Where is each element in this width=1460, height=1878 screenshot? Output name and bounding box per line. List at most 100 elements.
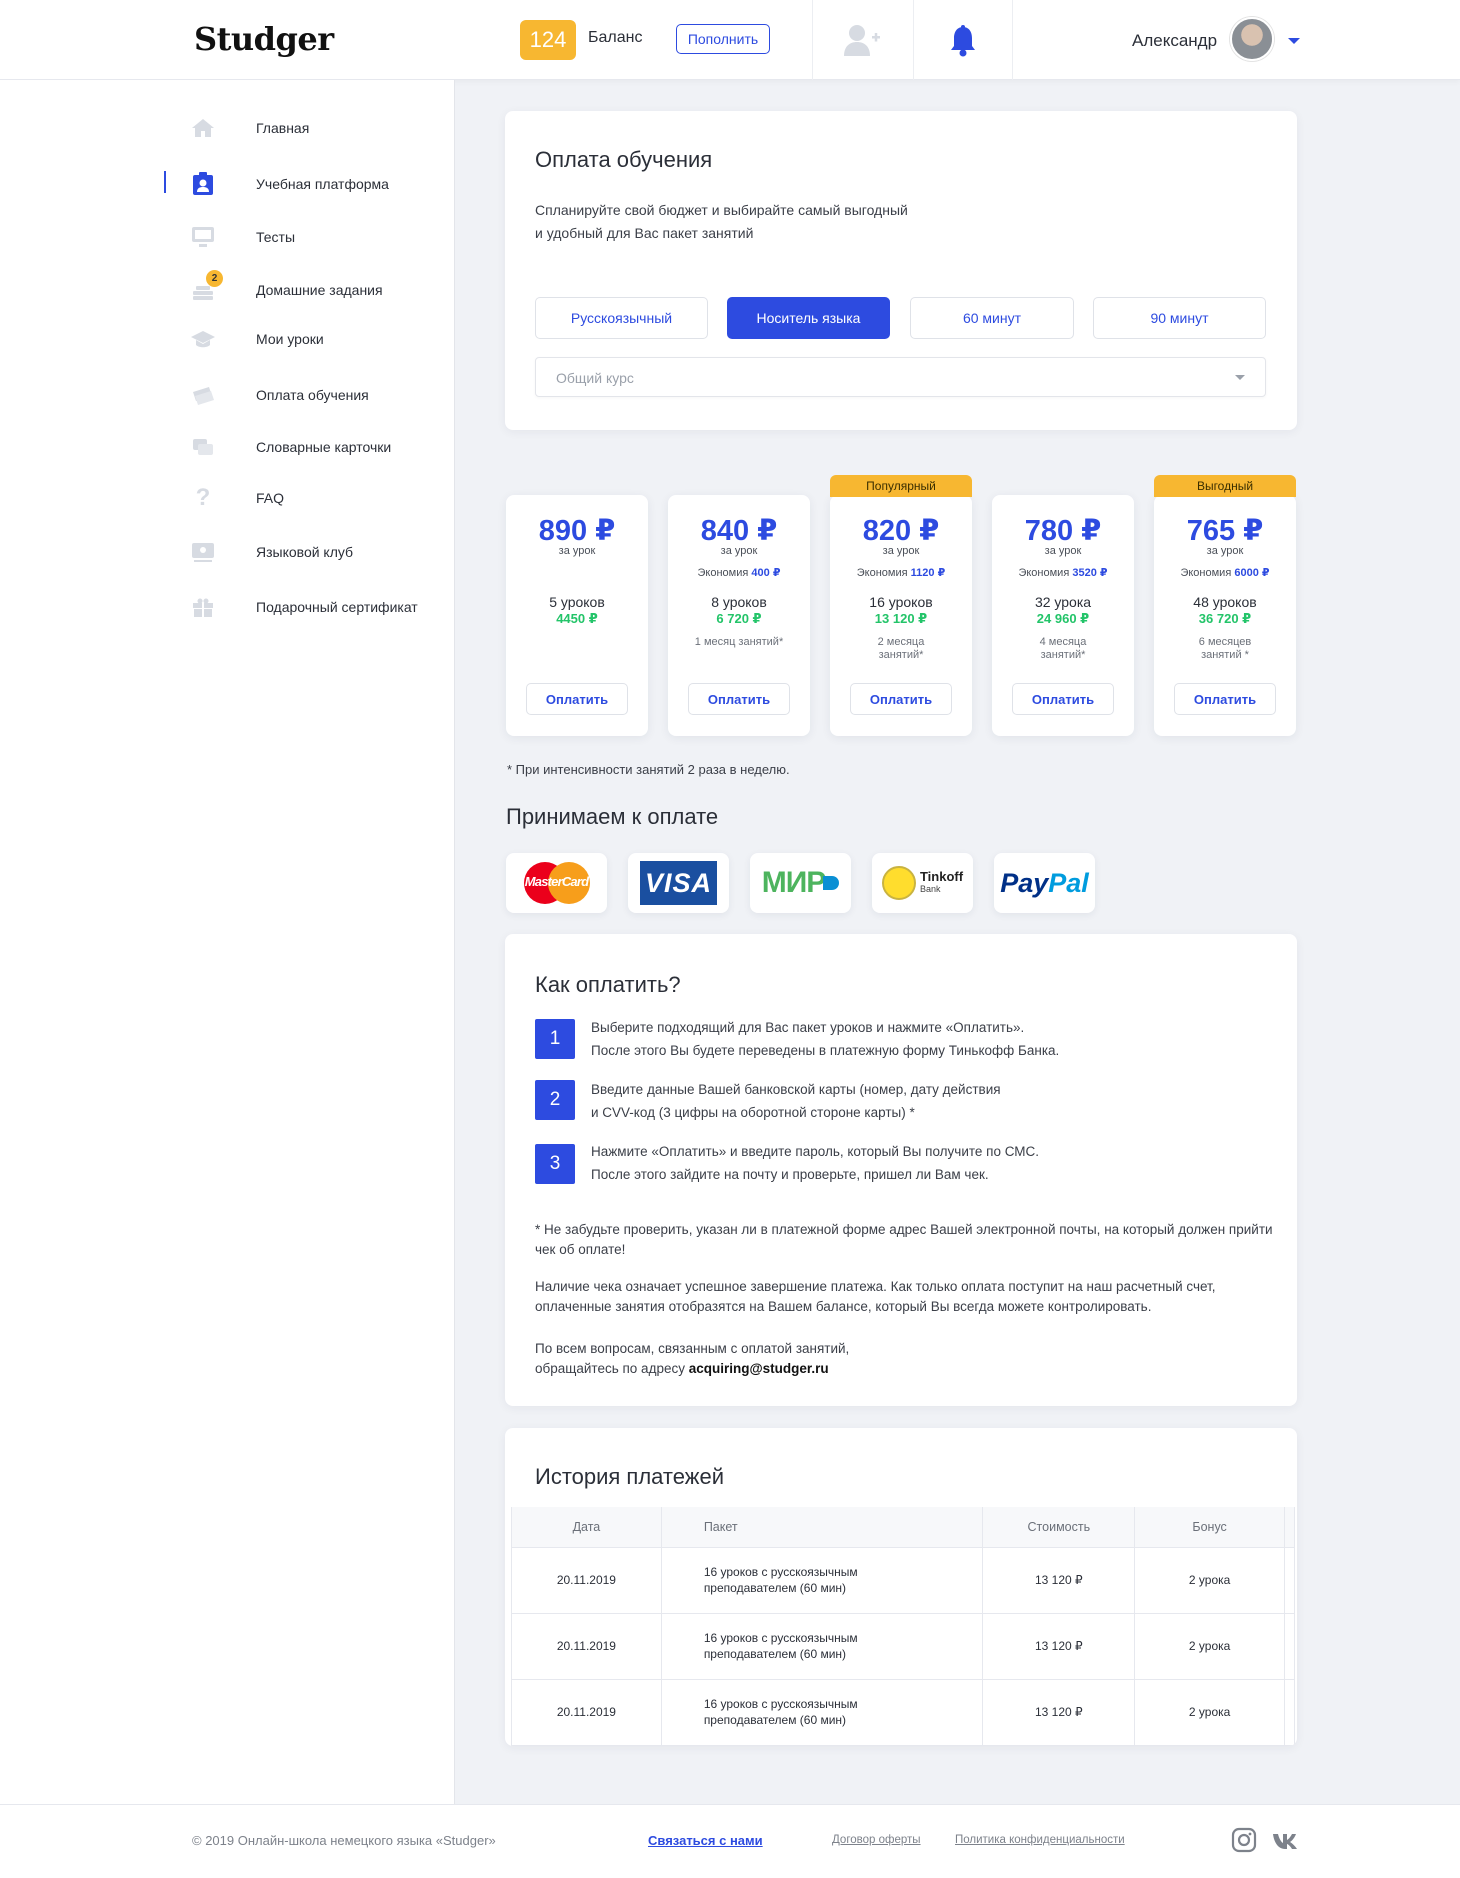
course-select[interactable]: Общий курс (535, 357, 1266, 397)
cell-package: 16 уроков с русскоязычным преподавателем … (660, 1612, 984, 1680)
sidebar-item-label: FAQ (256, 490, 285, 506)
bell-icon[interactable] (948, 24, 978, 58)
money-icon (190, 383, 216, 407)
package-total: 24 960 ₽ (1036, 611, 1090, 626)
package-duration: 6 месяцев занятий * (1198, 636, 1252, 661)
package-card: Выгодный 765 ₽ за урок Экономия 6000 ₽ 4… (1154, 475, 1296, 736)
logo[interactable]: Studger (194, 20, 334, 58)
saving-label: Экономия (1018, 567, 1070, 579)
header-divider (812, 0, 813, 80)
sidebar-item-faq[interactable]: ? FAQ (190, 483, 440, 513)
cell-package: 16 уроков с русскоязычным преподавателем … (660, 1546, 984, 1614)
subtitle-line: Спланируйте свой бюджет и выбирайте самы… (535, 202, 908, 218)
sidebar-item-label: Домашние задания (256, 282, 383, 298)
sidebar: Главная Учебная платформа Тесты 2 Домашн… (0, 80, 455, 1804)
offer-agreement-link[interactable]: Договор оферты (832, 1834, 921, 1846)
add-user-icon[interactable] (842, 22, 882, 58)
chevron-down-icon (1235, 375, 1245, 380)
sidebar-item-cards[interactable]: Словарные карточки (190, 432, 440, 462)
pay-button[interactable]: Оплатить (526, 683, 628, 715)
chevron-down-icon[interactable] (1288, 38, 1300, 44)
sidebar-item-payment[interactable]: Оплата обучения (190, 380, 440, 410)
step-text: Введите данные Вашей банковской карты (н… (591, 1078, 1111, 1124)
payment-subtitle: Спланируйте свой бюджет и выбирайте самы… (535, 199, 955, 245)
package-saving: Экономия 1120 ₽ (830, 566, 972, 579)
privacy-policy-link[interactable]: Политика конфиденциальности (955, 1834, 1125, 1846)
cell-date: 20.11.2019 (511, 1678, 662, 1746)
per-lesson-label: за урок (720, 545, 758, 557)
pay-button[interactable]: Оплатить (688, 683, 790, 715)
filter-russian-speaking[interactable]: Русскоязычный (535, 297, 708, 339)
instagram-icon[interactable] (1231, 1827, 1257, 1853)
package-price: 820 ₽ (862, 515, 940, 547)
footer: © 2019 Онлайн-школа немецкого языка «Stu… (0, 1804, 1460, 1878)
step-number: 2 (535, 1080, 575, 1120)
copyright: © 2019 Онлайн-школа немецкого языка «Stu… (192, 1833, 496, 1848)
sidebar-item-homework[interactable]: 2 Домашние задания (190, 270, 440, 305)
package-lessons: 16 уроков (869, 594, 933, 610)
cell-date: 20.11.2019 (511, 1546, 662, 1614)
sidebar-item-label: Словарные карточки (256, 439, 392, 455)
intensity-footnote: * При интенсивности занятий 2 раза в нед… (507, 762, 790, 777)
cell-spacer (1283, 1678, 1296, 1746)
avatar[interactable] (1230, 17, 1274, 61)
sidebar-item-label: Тесты (256, 229, 296, 245)
filter-90-min[interactable]: 90 минут (1093, 297, 1266, 339)
cell-package: 16 уроков с русскоязычным преподавателем … (660, 1678, 984, 1746)
package-card: 840 ₽ за урок Экономия 400 ₽ 8 уроков 6 … (668, 495, 810, 736)
sidebar-item-club[interactable]: Языковой клуб (190, 537, 440, 567)
contact-us-link[interactable]: Связаться с нами (648, 1833, 763, 1848)
package-line: преподавателем (60 мин) (703, 1713, 847, 1727)
table-header-row: Дата Пакет Стоимость Бонус (511, 1507, 1296, 1547)
pay-button[interactable]: Оплатить (850, 683, 952, 715)
package-price: 840 ₽ (700, 515, 778, 547)
step-line: Нажмите «Оплатить» и введите пароль, кот… (591, 1144, 1040, 1159)
how-to-pay-card: Как оплатить? 1 Выберите подходящий для … (505, 934, 1297, 1406)
package-card: 780 ₽ за урок Экономия 3520 ₽ 32 урока 2… (992, 495, 1134, 736)
pay-button[interactable]: Оплатить (1174, 683, 1276, 715)
column-header-cost[interactable]: Стоимость (982, 1507, 1136, 1547)
per-lesson-label: за урок (882, 545, 920, 557)
graduation-cap-icon (190, 327, 216, 351)
receipt-note: Наличие чека означает успешное завершени… (535, 1279, 1216, 1314)
pay-button[interactable]: Оплатить (1012, 683, 1114, 715)
sidebar-item-platform[interactable]: Учебная платформа (164, 169, 440, 199)
package-duration: 1 месяц занятий* (694, 636, 784, 648)
step-line: и CVV-код (3 цифры на оборотной стороне … (591, 1105, 915, 1120)
column-header-bonus[interactable]: Бонус (1134, 1507, 1285, 1547)
cell-bonus: 2 урока (1134, 1678, 1285, 1746)
vk-icon[interactable] (1272, 1827, 1298, 1853)
gift-icon (190, 595, 216, 619)
acquiring-email-link[interactable]: acquiring@studger.ru (689, 1361, 829, 1376)
sidebar-item-label: Оплата обучения (256, 387, 369, 403)
mir-icon: МИР (762, 866, 840, 900)
payment-method-mastercard: MasterCard (506, 853, 607, 913)
package-duration: 4 месяца занятий* (1039, 636, 1087, 661)
sidebar-item-lessons[interactable]: Мои уроки (190, 324, 440, 354)
cell-cost: 13 120 ₽ (982, 1546, 1136, 1614)
column-header-package[interactable]: Пакет (660, 1507, 984, 1547)
package-price: 780 ₽ (1024, 515, 1102, 547)
user-name[interactable]: Александр (1132, 31, 1217, 51)
package-lessons: 32 урока (1034, 594, 1092, 610)
accept-title: Принимаем к оплате (506, 804, 719, 829)
package-card: Популярный 820 ₽ за урок Экономия 1120 ₽… (830, 475, 972, 736)
topup-button[interactable]: Пополнить (676, 24, 770, 54)
step-line: Выберите подходящий для Вас пакет уроков… (591, 1020, 1025, 1035)
mastercard-icon: MasterCard (520, 860, 594, 906)
column-header-date[interactable]: Дата (511, 1507, 662, 1547)
package-lessons: 5 уроков (549, 594, 605, 610)
filter-60-min[interactable]: 60 минут (910, 297, 1074, 339)
sidebar-item-tests[interactable]: Тесты (190, 222, 440, 252)
step-number: 3 (535, 1144, 575, 1184)
popular-tag: Популярный (830, 475, 972, 497)
package-saving: Экономия 400 ₽ (668, 566, 810, 579)
package-saving: Экономия 6000 ₽ (1154, 566, 1296, 579)
package-saving: Экономия 3520 ₽ (992, 566, 1134, 579)
sidebar-item-gift[interactable]: Подарочный сертификат (190, 592, 440, 622)
filter-native-speaker[interactable]: Носитель языка (727, 297, 890, 339)
sidebar-item-home[interactable]: Главная (190, 113, 440, 143)
step-line: После этого зайдите на почту и проверьте… (591, 1167, 989, 1182)
balance-label: Баланс (588, 29, 643, 46)
step-line: Введите данные Вашей банковской карты (н… (591, 1082, 1001, 1097)
